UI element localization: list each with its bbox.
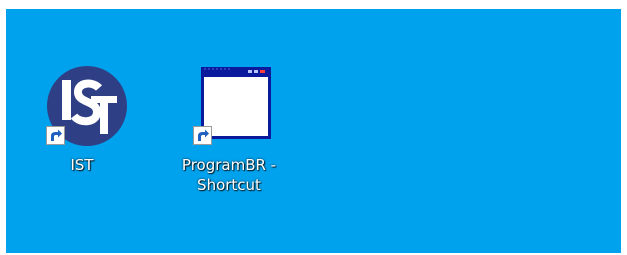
icon-label: ProgramBR - Shortcut — [181, 156, 277, 194]
desktop-icon-ist[interactable]: IST — [21, 64, 143, 175]
shortcut-arrow-icon — [46, 126, 65, 145]
ist-icon-image — [34, 64, 130, 148]
desktop-icon-programbr-shortcut[interactable]: ProgramBR - Shortcut — [168, 64, 290, 195]
shortcut-arrow-icon — [193, 126, 212, 145]
desktop-background: IST ProgramBR - Shortcut — [6, 9, 621, 253]
programbr-icon-image — [181, 64, 277, 148]
icon-label: IST — [70, 156, 94, 174]
